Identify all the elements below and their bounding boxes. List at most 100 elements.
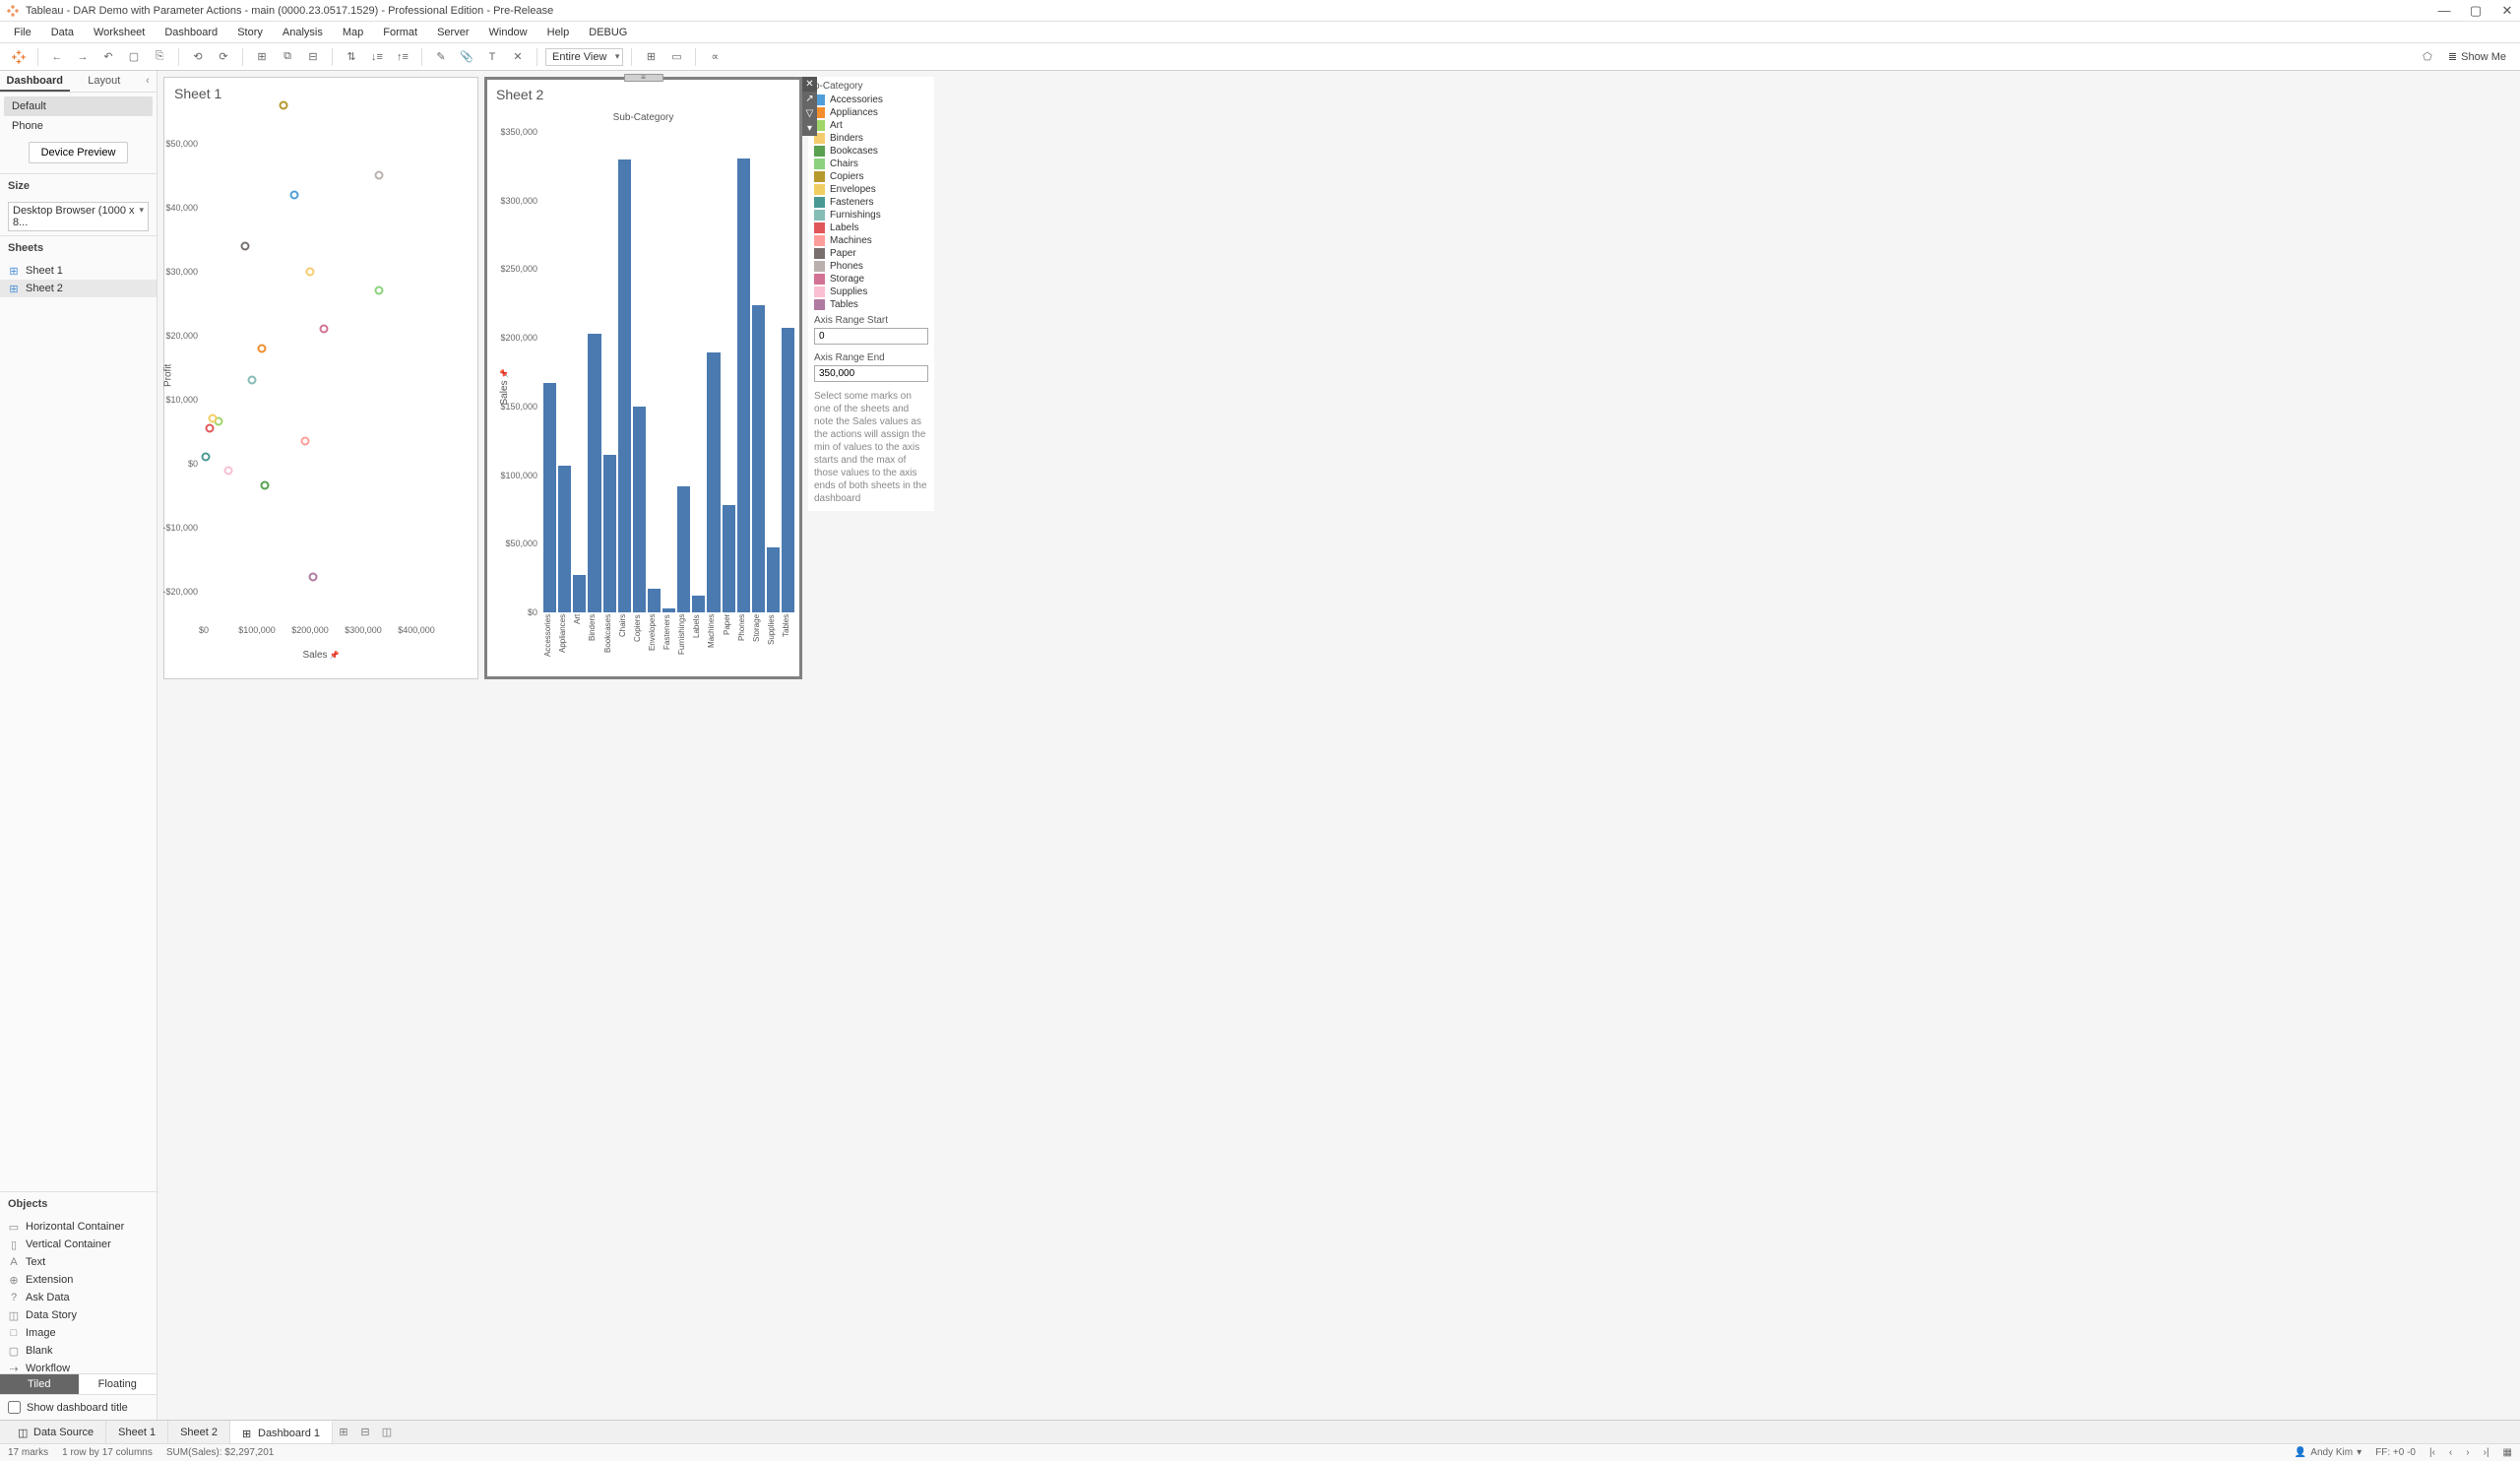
- scatter-mark[interactable]: [241, 241, 250, 250]
- size-select[interactable]: Desktop Browser (1000 x 8...: [8, 202, 149, 231]
- remove-zone-button[interactable]: ✕: [802, 77, 817, 92]
- bar-mark[interactable]: [737, 159, 750, 613]
- bar-mark[interactable]: [543, 383, 556, 612]
- group-button[interactable]: 📎: [456, 46, 477, 68]
- scatter-mark[interactable]: [319, 325, 328, 334]
- menu-server[interactable]: Server: [429, 25, 476, 40]
- object-item[interactable]: ▢Blank: [0, 1342, 157, 1360]
- zone-menu-button[interactable]: ▾: [802, 121, 817, 136]
- legend-item[interactable]: Envelopes: [808, 183, 934, 196]
- drag-handle[interactable]: [624, 74, 663, 82]
- view-mode-select[interactable]: Entire View: [545, 48, 623, 66]
- menu-worksheet[interactable]: Worksheet: [86, 25, 153, 40]
- object-item[interactable]: ?Ask Data: [0, 1289, 157, 1306]
- bar-mark[interactable]: [767, 547, 780, 612]
- status-filmstrip[interactable]: ▦: [2503, 1447, 2512, 1458]
- sheet1-container[interactable]: Sheet 1 -$20,000-$10,000$0$10,000$20,000…: [163, 77, 478, 679]
- data-source-tab[interactable]: ◫Data Source: [6, 1421, 106, 1443]
- new-worksheet-button[interactable]: ⊞: [251, 46, 273, 68]
- scatter-mark[interactable]: [306, 267, 315, 276]
- swap-button[interactable]: ⇅: [341, 46, 362, 68]
- status-nav-next[interactable]: ›: [2466, 1447, 2469, 1458]
- save-button[interactable]: ▢: [123, 46, 145, 68]
- scatter-mark[interactable]: [375, 286, 384, 295]
- legend-item[interactable]: Furnishings: [808, 209, 934, 222]
- legend-item[interactable]: Labels: [808, 222, 934, 234]
- device-preview-button[interactable]: Device Preview: [29, 142, 129, 163]
- bar-mark[interactable]: [707, 352, 720, 612]
- axis-start-input[interactable]: [814, 328, 928, 345]
- menu-analysis[interactable]: Analysis: [275, 25, 331, 40]
- menu-help[interactable]: Help: [539, 25, 578, 40]
- new-dashboard-tab-button[interactable]: ⊟: [354, 1421, 376, 1443]
- menu-story[interactable]: Story: [229, 25, 271, 40]
- legend-item[interactable]: Accessories: [808, 94, 934, 106]
- menu-format[interactable]: Format: [375, 25, 425, 40]
- tableau-icon[interactable]: [8, 46, 30, 68]
- object-item[interactable]: ▭Horizontal Container: [0, 1218, 157, 1236]
- bar-mark[interactable]: [662, 608, 675, 612]
- data-guide-button[interactable]: ⬠: [2417, 46, 2438, 68]
- dashboard-canvas[interactable]: Sheet 1 -$20,000-$10,000$0$10,000$20,000…: [158, 71, 2520, 1420]
- device-default[interactable]: Default: [4, 96, 153, 116]
- scatter-mark[interactable]: [209, 414, 218, 423]
- floating-button[interactable]: Floating: [79, 1374, 158, 1394]
- share-button[interactable]: ∝: [704, 46, 725, 68]
- sheet-tab-2[interactable]: Sheet 2: [168, 1421, 230, 1443]
- bar-mark[interactable]: [723, 505, 735, 612]
- forward-button[interactable]: →: [72, 46, 94, 68]
- menu-file[interactable]: File: [6, 25, 39, 40]
- scatter-mark[interactable]: [289, 190, 298, 199]
- bar-mark[interactable]: [782, 328, 794, 612]
- scatter-mark[interactable]: [280, 100, 288, 109]
- bar-mark[interactable]: [633, 407, 646, 612]
- legend-item[interactable]: Binders: [808, 132, 934, 145]
- status-nav-first[interactable]: |‹: [2429, 1447, 2435, 1458]
- legend-item[interactable]: Copiers: [808, 170, 934, 183]
- bar-mark[interactable]: [618, 159, 631, 612]
- sheet-tab-1[interactable]: Sheet 1: [106, 1421, 168, 1443]
- legend-item[interactable]: Supplies: [808, 286, 934, 298]
- labels-button[interactable]: T: [481, 46, 503, 68]
- axis-end-input[interactable]: [814, 365, 928, 382]
- menu-window[interactable]: Window: [481, 25, 536, 40]
- scatter-mark[interactable]: [247, 376, 256, 385]
- legend-item[interactable]: Phones: [808, 260, 934, 273]
- legend-item[interactable]: Bookcases: [808, 145, 934, 158]
- bar-mark[interactable]: [603, 455, 616, 612]
- legend-item[interactable]: Storage: [808, 273, 934, 286]
- menu-debug[interactable]: DEBUG: [581, 25, 635, 40]
- sheet-list-item-2[interactable]: ⊞Sheet 2: [0, 280, 157, 297]
- new-worksheet-tab-button[interactable]: ⊞: [333, 1421, 354, 1443]
- show-cards-button[interactable]: ⊞: [640, 46, 662, 68]
- bar-mark[interactable]: [558, 466, 571, 612]
- presentation-button[interactable]: ▭: [665, 46, 687, 68]
- legend-item[interactable]: Machines: [808, 234, 934, 247]
- object-item[interactable]: AText: [0, 1253, 157, 1271]
- fix-axes-button[interactable]: ✕: [507, 46, 529, 68]
- tiled-button[interactable]: Tiled: [0, 1374, 79, 1394]
- refresh-button[interactable]: ⟲: [187, 46, 209, 68]
- duplicate-button[interactable]: ⧉: [277, 46, 298, 68]
- status-nav-last[interactable]: ›|: [2484, 1447, 2489, 1458]
- back-button[interactable]: ←: [46, 46, 68, 68]
- dashboard-tab[interactable]: Dashboard: [0, 71, 70, 92]
- object-item[interactable]: □Image: [0, 1324, 157, 1342]
- scatter-mark[interactable]: [308, 572, 317, 581]
- scatter-mark[interactable]: [258, 344, 267, 352]
- sheet2-container[interactable]: ✕ ↗ ▽ ▾ Sheet 2 Sub-Category $0$50,000$1…: [484, 77, 802, 679]
- status-nav-prev[interactable]: ‹: [2449, 1447, 2452, 1458]
- bar-mark[interactable]: [648, 589, 661, 612]
- bar-mark[interactable]: [752, 305, 765, 612]
- goto-sheet-button[interactable]: ↗: [802, 92, 817, 106]
- legend-item[interactable]: Fasteners: [808, 196, 934, 209]
- scatter-mark[interactable]: [201, 453, 210, 462]
- scatter-mark[interactable]: [300, 437, 309, 446]
- legend-item[interactable]: Art: [808, 119, 934, 132]
- bar-mark[interactable]: [677, 486, 690, 612]
- sheet-tab-dashboard[interactable]: ⊞Dashboard 1: [230, 1421, 333, 1443]
- bar-mark[interactable]: [573, 575, 586, 612]
- clear-button[interactable]: ⊟: [302, 46, 324, 68]
- show-me-button[interactable]: ≣ Show Me: [2442, 48, 2512, 65]
- menu-map[interactable]: Map: [335, 25, 371, 40]
